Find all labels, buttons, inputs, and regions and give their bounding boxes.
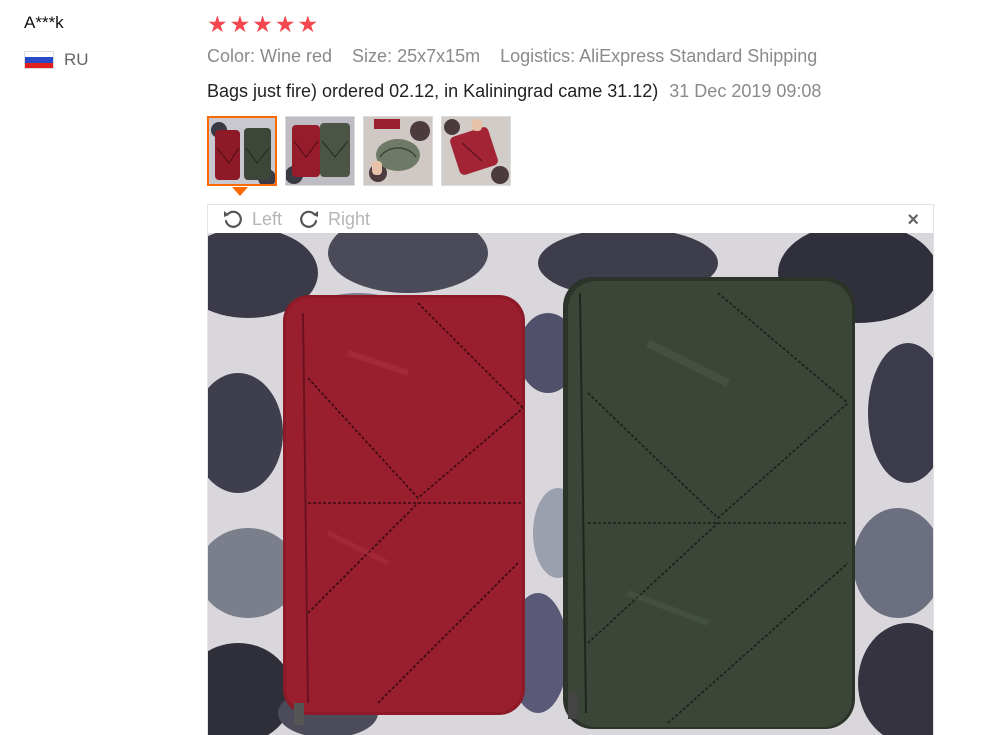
photo-viewer: Left Right × — [207, 204, 934, 735]
star-icon: ★ — [297, 11, 319, 37]
close-viewer-button[interactable]: × — [907, 209, 919, 232]
rotate-right-button[interactable]: Right — [298, 208, 370, 230]
country-code: RU — [64, 50, 89, 69]
reviewer-country: RU — [24, 50, 174, 70]
rotate-left-icon — [224, 210, 242, 228]
active-thumb-indicator — [232, 187, 248, 196]
star-icon: ★ — [252, 11, 273, 37]
star-icon: ★ — [229, 11, 251, 37]
reviewer-info: A***k RU — [24, 12, 174, 70]
feedback-text: Bags just fire) ordered 02.12, in Kalini… — [207, 81, 659, 101]
viewer-toolbar: Left Right × — [208, 205, 933, 233]
review-photo — [208, 233, 933, 735]
attribute-logistics: Logistics: AliExpress Standard Shipping — [500, 46, 818, 66]
reviewer-name: A***k — [24, 13, 64, 32]
photo-thumb-two-bags[interactable] — [207, 116, 277, 186]
photo-thumb-two-bags-alt[interactable] — [285, 116, 355, 186]
attribute-size: Size: 25x7x15m — [352, 46, 481, 66]
russia-flag-icon — [24, 51, 54, 69]
rotate-right-label: Right — [328, 208, 371, 229]
bags-photo-image — [208, 233, 933, 735]
star-icon: ★ — [274, 11, 296, 37]
review-item: A***k RU ★ ★ ★ ★ ★ Color: Wine red Size:… — [0, 0, 1000, 735]
review-date: 31 Dec 2019 09:08 — [669, 81, 822, 101]
photo-thumbnails — [207, 116, 967, 196]
star-rating: ★ ★ ★ ★ ★ — [207, 12, 967, 36]
photo-thumb-red-bag[interactable] — [441, 116, 511, 186]
rotate-left-label: Left — [252, 208, 283, 229]
rotate-left-button[interactable]: Left — [222, 208, 282, 230]
star-icon: ★ — [207, 11, 228, 37]
photo-thumb-bag-in-hand[interactable] — [363, 116, 433, 186]
attribute-color: Color: Wine red — [207, 46, 333, 66]
feedback-line: Bags just fire) ordered 02.12, in Kalini… — [207, 81, 967, 102]
rotate-right-icon — [300, 210, 319, 228]
order-attributes: Color: Wine red Size: 25x7x15m Logistics… — [207, 46, 967, 67]
review-body: ★ ★ ★ ★ ★ Color: Wine red Size: 25x7x15m… — [207, 12, 967, 196]
